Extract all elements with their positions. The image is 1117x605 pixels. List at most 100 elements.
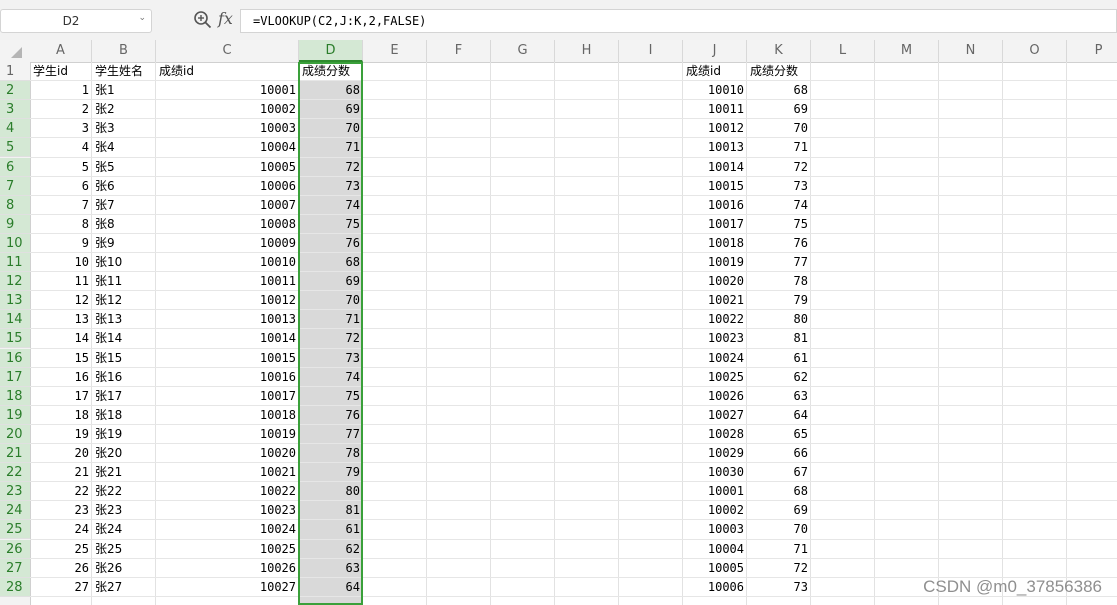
cell-k10[interactable]: 76 bbox=[747, 234, 811, 253]
cell-d27[interactable]: 63 bbox=[299, 559, 363, 578]
cell-a28[interactable]: 27 bbox=[30, 578, 92, 597]
cell-a21[interactable]: 20 bbox=[30, 444, 92, 463]
cell-c7[interactable]: 10006 bbox=[156, 177, 299, 196]
row-header-24[interactable]: 24 bbox=[0, 501, 30, 521]
cell-d19[interactable]: 76 bbox=[299, 406, 363, 425]
cell-k21[interactable]: 66 bbox=[747, 444, 811, 463]
cell-b23[interactable]: 张22 bbox=[92, 482, 156, 501]
row-header-11[interactable]: 11 bbox=[0, 253, 30, 273]
cell-a24[interactable]: 23 bbox=[30, 501, 92, 520]
cell-b26[interactable]: 张25 bbox=[92, 540, 156, 559]
cell-a17[interactable]: 16 bbox=[30, 368, 92, 387]
cell-d17[interactable]: 74 bbox=[299, 368, 363, 387]
cell-c2[interactable]: 10001 bbox=[156, 81, 299, 100]
cell-k4[interactable]: 70 bbox=[747, 119, 811, 138]
cell-j2[interactable]: 10010 bbox=[683, 81, 747, 100]
cell-a11[interactable]: 10 bbox=[30, 253, 92, 272]
cell-k17[interactable]: 62 bbox=[747, 368, 811, 387]
row-header-13[interactable]: 13 bbox=[0, 291, 30, 311]
cell-k19[interactable]: 64 bbox=[747, 406, 811, 425]
cell-d18[interactable]: 75 bbox=[299, 387, 363, 406]
cell-j16[interactable]: 10024 bbox=[683, 349, 747, 368]
cell-c17[interactable]: 10016 bbox=[156, 368, 299, 387]
cell-a10[interactable]: 9 bbox=[30, 234, 92, 253]
cell-k18[interactable]: 63 bbox=[747, 387, 811, 406]
cell-c1[interactable]: 成绩id bbox=[156, 62, 299, 81]
cell-c12[interactable]: 10011 bbox=[156, 272, 299, 291]
cell-c18[interactable]: 10017 bbox=[156, 387, 299, 406]
cell-b12[interactable]: 张11 bbox=[92, 272, 156, 291]
cell-c19[interactable]: 10018 bbox=[156, 406, 299, 425]
cell-k28[interactable]: 73 bbox=[747, 578, 811, 597]
cell-a16[interactable]: 15 bbox=[30, 349, 92, 368]
cell-c27[interactable]: 10026 bbox=[156, 559, 299, 578]
cell-j6[interactable]: 10014 bbox=[683, 158, 747, 177]
cell-k9[interactable]: 75 bbox=[747, 215, 811, 234]
cell-b21[interactable]: 张20 bbox=[92, 444, 156, 463]
row-header-1[interactable]: 1 bbox=[0, 62, 30, 82]
cell-a6[interactable]: 5 bbox=[30, 158, 92, 177]
cell-j1[interactable]: 成绩id bbox=[683, 62, 747, 81]
cell-a8[interactable]: 7 bbox=[30, 196, 92, 215]
row-header-4[interactable]: 4 bbox=[0, 119, 30, 139]
cell-k22[interactable]: 67 bbox=[747, 463, 811, 482]
cell-j19[interactable]: 10027 bbox=[683, 406, 747, 425]
cell-c26[interactable]: 10025 bbox=[156, 540, 299, 559]
cell-b11[interactable]: 张10 bbox=[92, 253, 156, 272]
cell-c21[interactable]: 10020 bbox=[156, 444, 299, 463]
cell-k26[interactable]: 71 bbox=[747, 540, 811, 559]
cell-d3[interactable]: 69 bbox=[299, 100, 363, 119]
cell-a22[interactable]: 21 bbox=[30, 463, 92, 482]
cell-d6[interactable]: 72 bbox=[299, 158, 363, 177]
cell-j25[interactable]: 10003 bbox=[683, 520, 747, 539]
cell-k27[interactable]: 72 bbox=[747, 559, 811, 578]
cell-c10[interactable]: 10009 bbox=[156, 234, 299, 253]
cell-b25[interactable]: 张24 bbox=[92, 520, 156, 539]
cell-c15[interactable]: 10014 bbox=[156, 329, 299, 348]
row-header-12[interactable]: 12 bbox=[0, 272, 30, 292]
cell-k13[interactable]: 79 bbox=[747, 291, 811, 310]
cell-j4[interactable]: 10012 bbox=[683, 119, 747, 138]
cell-k16[interactable]: 61 bbox=[747, 349, 811, 368]
cell-b28[interactable]: 张27 bbox=[92, 578, 156, 597]
cell-j17[interactable]: 10025 bbox=[683, 368, 747, 387]
cell-k3[interactable]: 69 bbox=[747, 100, 811, 119]
cell-d13[interactable]: 70 bbox=[299, 291, 363, 310]
column-header-f[interactable]: F bbox=[427, 40, 491, 62]
cell-a2[interactable]: 1 bbox=[30, 81, 92, 100]
cell-b14[interactable]: 张13 bbox=[92, 310, 156, 329]
cell-c4[interactable]: 10003 bbox=[156, 119, 299, 138]
cell-c3[interactable]: 10002 bbox=[156, 100, 299, 119]
cell-c8[interactable]: 10007 bbox=[156, 196, 299, 215]
cell-j3[interactable]: 10011 bbox=[683, 100, 747, 119]
row-header-5[interactable]: 5 bbox=[0, 138, 30, 158]
cell-c23[interactable]: 10022 bbox=[156, 482, 299, 501]
cell-a13[interactable]: 12 bbox=[30, 291, 92, 310]
cell-j21[interactable]: 10029 bbox=[683, 444, 747, 463]
column-header-m[interactable]: M bbox=[875, 40, 939, 62]
fx-icon[interactable]: fx bbox=[218, 9, 233, 28]
row-header-27[interactable]: 27 bbox=[0, 558, 30, 578]
cell-d2[interactable]: 68 bbox=[299, 81, 363, 100]
cell-d5[interactable]: 71 bbox=[299, 138, 363, 157]
cell-k15[interactable]: 81 bbox=[747, 329, 811, 348]
cell-j23[interactable]: 10001 bbox=[683, 482, 747, 501]
cell-d4[interactable]: 70 bbox=[299, 119, 363, 138]
cell-j13[interactable]: 10021 bbox=[683, 291, 747, 310]
column-header-h[interactable]: H bbox=[555, 40, 619, 62]
name-box[interactable]: D2 ⌄ bbox=[0, 9, 152, 33]
cell-j14[interactable]: 10022 bbox=[683, 310, 747, 329]
cell-b7[interactable]: 张6 bbox=[92, 177, 156, 196]
cell-c9[interactable]: 10008 bbox=[156, 215, 299, 234]
cell-c13[interactable]: 10012 bbox=[156, 291, 299, 310]
cell-d25[interactable]: 61 bbox=[299, 520, 363, 539]
cell-b24[interactable]: 张23 bbox=[92, 501, 156, 520]
cell-k11[interactable]: 77 bbox=[747, 253, 811, 272]
cell-b4[interactable]: 张3 bbox=[92, 119, 156, 138]
cell-b1[interactable]: 学生姓名 bbox=[92, 62, 156, 81]
cell-b20[interactable]: 张19 bbox=[92, 425, 156, 444]
formula-input[interactable]: =VLOOKUP(C2,J:K,2,FALSE) bbox=[240, 9, 1117, 33]
cell-b16[interactable]: 张15 bbox=[92, 349, 156, 368]
cell-d22[interactable]: 79 bbox=[299, 463, 363, 482]
cell-b2[interactable]: 张1 bbox=[92, 81, 156, 100]
